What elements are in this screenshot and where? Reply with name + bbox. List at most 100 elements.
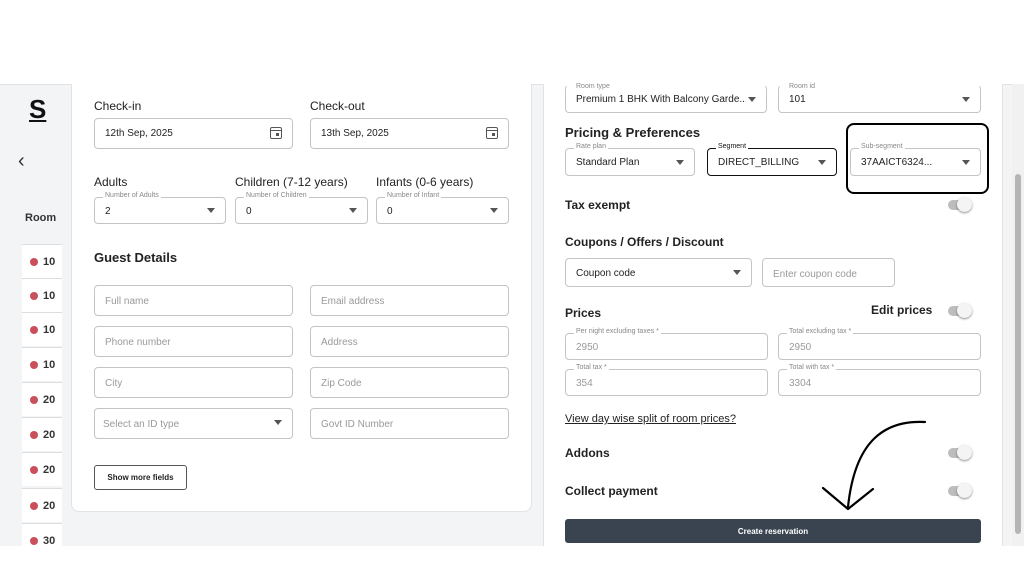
children-select[interactable]: Number of Children 0	[235, 192, 368, 224]
total-with-tax-field: Total with tax * 3304	[778, 364, 981, 396]
create-reservation-button[interactable]: Create reservation	[565, 519, 981, 543]
checkout-label: Check-out	[310, 99, 365, 113]
chevron-down-icon	[207, 208, 215, 213]
chevron-down-icon	[676, 160, 684, 165]
app-logo[interactable]: S	[29, 94, 46, 125]
calendar-icon[interactable]	[269, 127, 282, 139]
total-excluding-tax-field: Total excluding tax * 2950	[778, 328, 981, 360]
collect-payment-label: Collect payment	[565, 484, 658, 498]
edit-prices-toggle[interactable]	[948, 303, 972, 318]
rate-plan-value: Standard Plan	[576, 157, 640, 168]
segment-value: DIRECT_BILLING	[718, 157, 800, 168]
status-dot-icon	[30, 360, 38, 369]
chevron-down-icon	[274, 420, 282, 425]
adults-value: 2	[105, 206, 111, 217]
chevron-down-icon	[490, 208, 498, 213]
room-row[interactable]: 20	[22, 452, 62, 486]
collect-payment-toggle[interactable]	[948, 483, 972, 498]
total-excluding-value: 2950	[789, 342, 812, 353]
pricing-heading: Pricing & Preferences	[565, 125, 701, 140]
segment-select[interactable]: Segment DIRECT_BILLING	[707, 143, 837, 176]
addons-toggle[interactable]	[948, 445, 972, 460]
zip-input[interactable]: Zip Code	[310, 367, 509, 398]
phone-input[interactable]: Phone number	[94, 326, 293, 357]
infants-float-label: Number of Infant	[385, 192, 442, 199]
segment-float-label: Segment	[716, 143, 749, 150]
per-night-field: Per night excluding taxes * 2950	[565, 328, 768, 360]
total-tax-field: Total tax * 354	[565, 364, 768, 396]
day-wise-split-link[interactable]: View day wise split of room prices?	[565, 413, 736, 425]
room-id-value: 101	[789, 94, 806, 105]
status-dot-icon	[30, 291, 38, 300]
status-dot-icon	[30, 395, 38, 404]
scroll-thumb[interactable]	[1015, 174, 1021, 534]
status-dot-icon	[30, 465, 38, 474]
addons-label: Addons	[565, 446, 610, 460]
zip-placeholder: Zip Code	[321, 378, 362, 389]
status-dot-icon	[30, 257, 38, 266]
page: S ‹ Room 10 10 10 10 20 20 20 20 30 Chec…	[0, 0, 1024, 576]
checkin-date-field[interactable]: 12th Sep, 2025	[94, 118, 293, 149]
total-with-value: 3304	[789, 378, 812, 389]
children-label: Children (7-12 years)	[235, 175, 348, 189]
tax-exempt-toggle[interactable]	[948, 197, 972, 212]
coupon-code-value: Coupon code	[576, 268, 636, 279]
address-placeholder: Address	[321, 337, 358, 348]
infants-select[interactable]: Number of Infant 0	[376, 192, 509, 224]
coupon-code-select[interactable]: Coupon code	[565, 258, 752, 287]
bottom-whitespace	[0, 546, 1024, 576]
chevron-down-icon	[818, 160, 826, 165]
checkin-value: 12th Sep, 2025	[105, 128, 173, 139]
back-chevron-icon[interactable]: ‹	[18, 150, 25, 173]
city-input[interactable]: City	[94, 367, 293, 398]
city-placeholder: City	[105, 378, 123, 389]
room-type-select[interactable]: Room type Premium 1 BHK With Balcony Gar…	[565, 83, 767, 113]
room-row[interactable]: 20	[22, 488, 62, 522]
address-input[interactable]: Address	[310, 326, 509, 357]
status-dot-icon	[30, 536, 38, 545]
adults-label: Adults	[94, 175, 128, 189]
rate-plan-select[interactable]: Rate plan Standard Plan	[565, 143, 695, 176]
show-more-fields-button[interactable]: Show more fields	[94, 465, 187, 490]
calendar-icon[interactable]	[485, 127, 498, 139]
annotation-highlight-box	[846, 123, 989, 194]
status-dot-icon	[30, 501, 38, 510]
total-excluding-float-label: Total excluding tax *	[787, 328, 854, 335]
room-row[interactable]: 10	[22, 278, 62, 312]
room-type-value: Premium 1 BHK With Balcony Garde...	[576, 94, 746, 105]
checkout-value: 13th Sep, 2025	[321, 128, 389, 139]
per-night-float-label: Per night excluding taxes *	[574, 328, 661, 335]
infants-value: 0	[387, 206, 393, 217]
room-row[interactable]: 10	[22, 312, 62, 346]
edit-prices-label: Edit prices	[871, 303, 933, 317]
email-placeholder: Email address	[321, 296, 385, 307]
tax-exempt-label: Tax exempt	[565, 198, 631, 212]
scrollbar[interactable]	[1012, 84, 1024, 546]
chevron-down-icon	[962, 97, 970, 102]
total-tax-float-label: Total tax *	[574, 364, 609, 371]
children-float-label: Number of Children	[244, 192, 309, 199]
room-row[interactable]: 10	[22, 347, 62, 381]
total-tax-value: 354	[576, 378, 593, 389]
room-row[interactable]: 10	[22, 244, 62, 278]
coupon-code-input[interactable]: Enter coupon code	[762, 258, 895, 287]
room-row[interactable]: 20	[22, 382, 62, 416]
status-dot-icon	[30, 430, 38, 439]
room-row[interactable]: 20	[22, 417, 62, 451]
govt-id-input[interactable]: Govt ID Number	[310, 408, 509, 439]
chevron-down-icon	[349, 208, 357, 213]
id-type-select[interactable]: Select an ID type	[94, 408, 293, 439]
chevron-down-icon	[733, 270, 741, 275]
adults-select[interactable]: Number of Adults 2	[94, 192, 226, 224]
full-name-placeholder: Full name	[105, 296, 149, 307]
id-type-placeholder: Select an ID type	[103, 419, 180, 430]
checkin-label: Check-in	[94, 99, 142, 113]
total-with-float-label: Total with tax *	[787, 364, 837, 371]
full-name-input[interactable]: Full name	[94, 285, 293, 316]
email-input[interactable]: Email address	[310, 285, 509, 316]
per-night-value: 2950	[576, 342, 599, 353]
checkout-date-field[interactable]: 13th Sep, 2025	[310, 118, 509, 149]
adults-float-label: Number of Adults	[103, 192, 161, 199]
room-id-select[interactable]: Room id 101	[778, 83, 981, 113]
room-id-float-label: Room id	[787, 83, 818, 90]
